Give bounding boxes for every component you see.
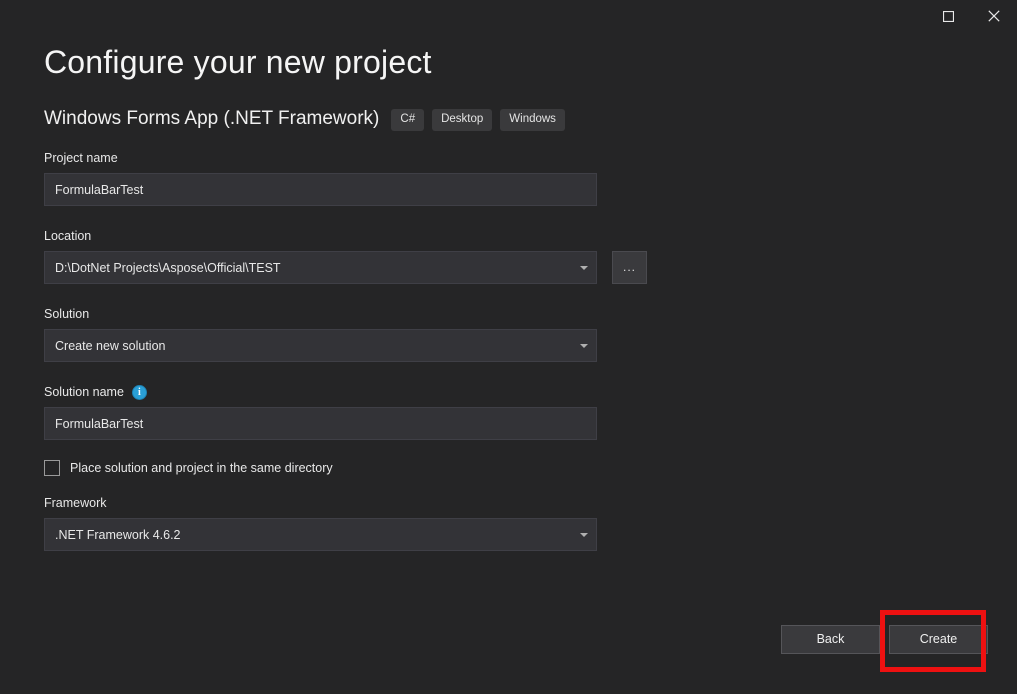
framework-combo[interactable] bbox=[44, 518, 597, 551]
same-directory-checkbox[interactable] bbox=[44, 460, 60, 476]
template-name: Windows Forms App (.NET Framework) bbox=[44, 108, 380, 129]
solution-combo[interactable] bbox=[44, 329, 597, 362]
title-bar bbox=[0, 0, 1017, 32]
create-button[interactable]: Create bbox=[889, 625, 988, 654]
maximize-button[interactable] bbox=[925, 0, 971, 32]
location-input[interactable] bbox=[44, 251, 597, 284]
tag-language: C# bbox=[391, 108, 425, 132]
solution-label: Solution bbox=[44, 307, 90, 321]
solution-name-label-text: Solution name bbox=[44, 385, 124, 399]
dialog-footer: Back Create bbox=[0, 610, 1017, 694]
close-button[interactable] bbox=[971, 0, 1017, 32]
framework-select[interactable] bbox=[44, 518, 597, 551]
framework-label: Framework bbox=[44, 496, 107, 510]
template-tag-list: C# Desktop Windows bbox=[391, 107, 565, 132]
browse-button[interactable]: ... bbox=[612, 251, 647, 284]
project-name-label: Project name bbox=[44, 151, 118, 165]
close-icon bbox=[988, 10, 1000, 22]
location-combo[interactable] bbox=[44, 251, 597, 284]
same-directory-label: Place solution and project in the same d… bbox=[70, 461, 333, 475]
project-config-form: Project name Location ... Solution Solut… bbox=[44, 150, 650, 551]
dialog-content: Configure your new project Windows Forms… bbox=[0, 32, 1017, 694]
solution-name-label: Solution name i bbox=[44, 384, 650, 401]
project-name-input[interactable] bbox=[44, 173, 597, 206]
solution-name-input[interactable] bbox=[44, 407, 597, 440]
tag-os: Windows bbox=[500, 108, 565, 132]
info-icon[interactable]: i bbox=[131, 385, 147, 400]
maximize-icon bbox=[942, 10, 954, 22]
page-title: Configure your new project bbox=[44, 44, 432, 80]
location-label: Location bbox=[44, 229, 92, 243]
solution-select[interactable] bbox=[44, 329, 597, 362]
tag-platform: Desktop bbox=[432, 108, 493, 132]
same-directory-row[interactable]: Place solution and project in the same d… bbox=[44, 459, 650, 477]
template-summary: Windows Forms App (.NET Framework) C# De… bbox=[44, 106, 565, 132]
back-button[interactable]: Back bbox=[781, 625, 880, 654]
location-row: ... bbox=[44, 251, 650, 284]
